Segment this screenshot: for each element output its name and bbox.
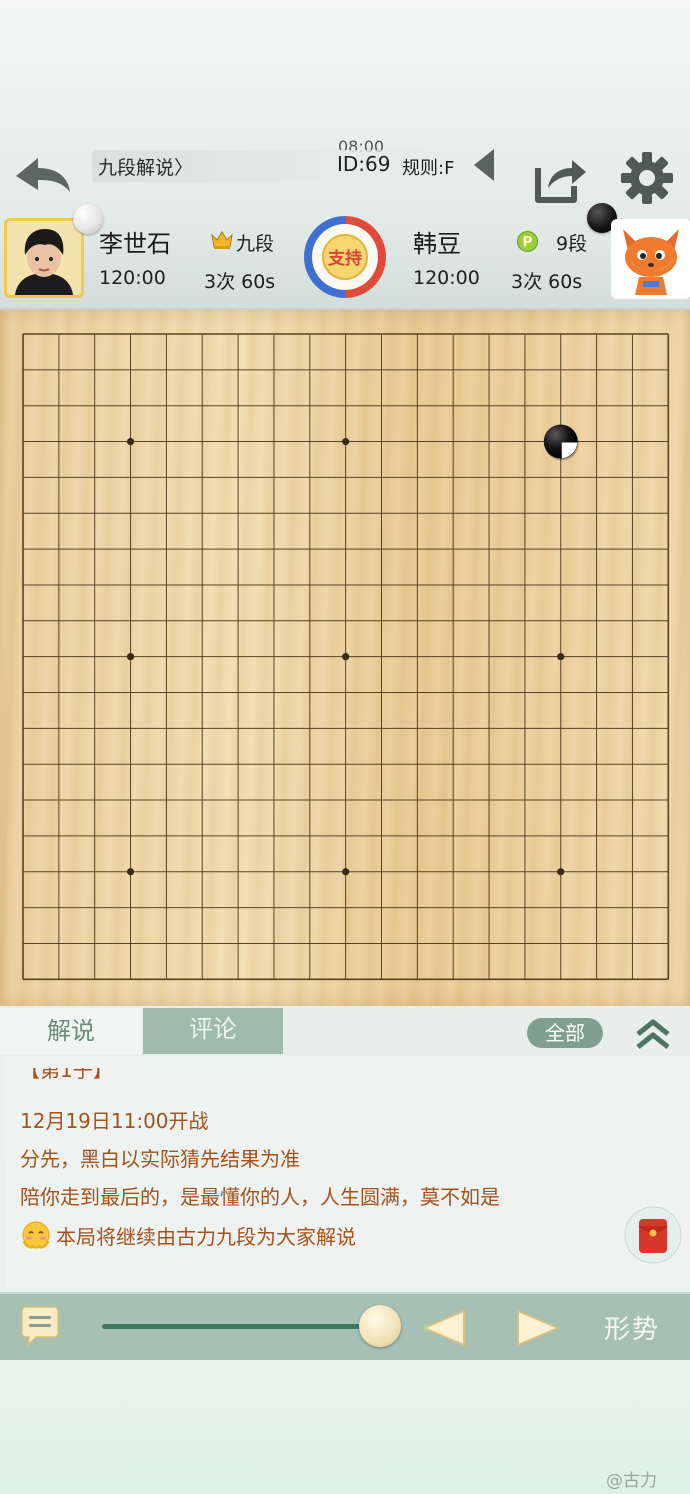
settings-button[interactable]: [618, 148, 676, 206]
move-slider-knob[interactable]: [359, 1305, 401, 1347]
player-left-name: 李世石: [99, 230, 171, 258]
share-icon: [535, 160, 586, 203]
chat-button[interactable]: [18, 1305, 62, 1348]
triangle-left-icon: [423, 1310, 465, 1346]
game-title[interactable]: 九段解说〉: [98, 153, 193, 180]
back-button[interactable]: [12, 150, 74, 200]
star-point: [126, 437, 135, 446]
commentary-partial-line: 【第1子】: [20, 1068, 113, 1092]
star-point: [557, 653, 565, 661]
player-right-avatar[interactable]: [611, 219, 690, 299]
gear-icon: [621, 152, 673, 204]
next-move-button[interactable]: [514, 1307, 562, 1349]
black-stone[interactable]: [543, 424, 579, 461]
player-right-rank: 9段: [556, 233, 588, 255]
move-slider-track[interactable]: [102, 1324, 374, 1329]
red-packet-button[interactable]: [624, 1206, 682, 1264]
room-id: ID:69: [337, 152, 391, 176]
previous-move-button[interactable]: [420, 1307, 468, 1349]
commentary-line: 陪你走到最后的，是最懂你的人，人生圆满，莫不如是: [20, 1185, 500, 1209]
commentary-line: 12月19日11:00开战: [20, 1109, 209, 1133]
player-left-rank: 九段: [236, 233, 275, 255]
star-point: [126, 653, 135, 661]
tab-comments[interactable]: 评论: [143, 1008, 283, 1054]
crown-icon: [211, 230, 233, 250]
star-point: [342, 868, 350, 876]
commentary-partial-text: 【第1子】: [20, 1068, 113, 1082]
collapse-button[interactable]: [633, 1014, 673, 1054]
rule-text: 规则:F: [402, 158, 455, 179]
back-arrow-icon: [16, 158, 70, 192]
player-left-byoyomi: 3次 60s: [204, 271, 276, 293]
red-envelope-icon: [624, 1206, 682, 1264]
player-left-portrait: [7, 221, 81, 295]
svg-text:P: P: [522, 235, 532, 251]
position-trend-button[interactable]: 形势: [604, 1309, 660, 1346]
fox-mascot-icon: [613, 221, 689, 297]
board-stones: [543, 424, 579, 461]
player-left-avatar[interactable]: [4, 218, 84, 298]
star-point: [342, 653, 350, 661]
watermark: @古力: [606, 1471, 657, 1491]
go-board-grid[interactable]: [0, 310, 690, 1006]
support-button[interactable]: 支持: [302, 214, 388, 300]
tab-commentary[interactable]: 解说: [0, 1008, 142, 1054]
player-right-byoyomi: 3次 60s: [511, 271, 583, 293]
player-right-name: 韩豆: [413, 230, 461, 258]
commentary-line: 本局将继续由古力九段为大家解说: [56, 1225, 356, 1249]
triangle-right-icon: [517, 1310, 559, 1346]
star-point: [126, 868, 135, 876]
double-chevron-up-icon: [636, 1019, 670, 1049]
bottom-area: [0, 1360, 690, 1494]
caret-left-icon: [474, 149, 494, 181]
support-label: 支持: [328, 248, 362, 269]
chat-bubble-icon: [21, 1306, 59, 1348]
player-right-time: 120:00: [413, 267, 480, 289]
title-scroll-button[interactable]: [470, 147, 498, 183]
star-point: [342, 437, 350, 446]
commentary-line: 分先，黑白以实际猜先结果为准: [20, 1147, 300, 1171]
share-button[interactable]: [530, 148, 590, 206]
filter-all-button[interactable]: 全部: [527, 1018, 603, 1048]
shy-emoji-icon: [20, 1219, 52, 1251]
star-point: [557, 868, 565, 876]
p-coin-icon: P: [517, 231, 538, 252]
player-left-time: 120:00: [99, 267, 166, 289]
